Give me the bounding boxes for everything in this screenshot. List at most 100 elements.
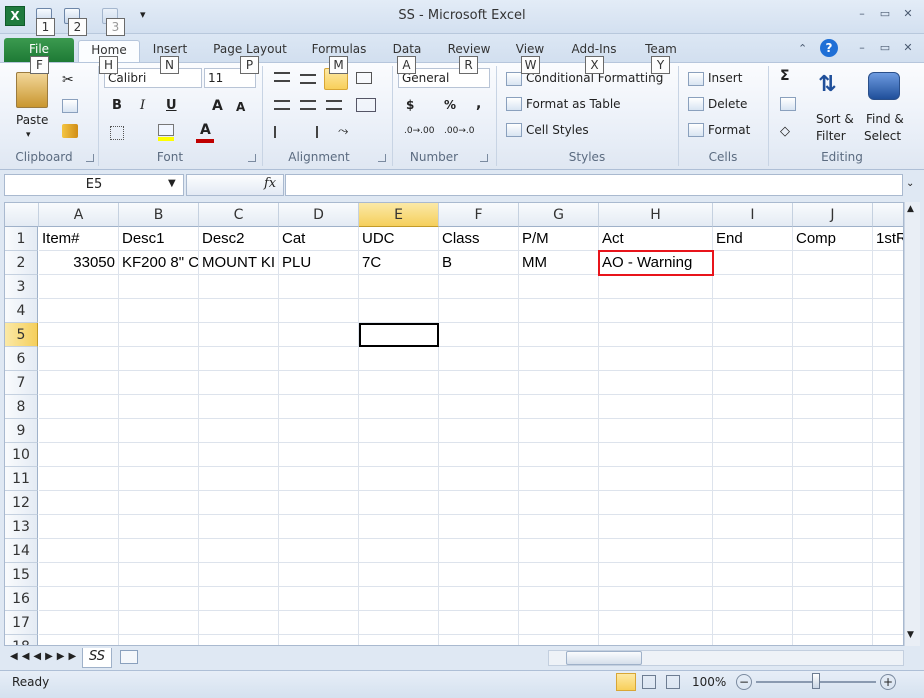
align-left-icon[interactable] (274, 100, 290, 110)
font-name-combo[interactable]: Calibri (104, 68, 202, 88)
scroll-down-icon[interactable]: ▼ (907, 630, 914, 640)
name-box[interactable]: E5 (4, 174, 184, 196)
orientation-icon[interactable] (356, 72, 372, 84)
cell-f13[interactable] (439, 515, 519, 539)
cell-j5[interactable] (793, 323, 873, 347)
cell-i4[interactable] (713, 299, 793, 323)
cell-h15[interactable] (599, 563, 713, 587)
cell-g5[interactable] (519, 323, 599, 347)
cell-b12[interactable] (119, 491, 199, 515)
cell-k17[interactable] (873, 611, 903, 635)
paste-button[interactable]: Paste (16, 113, 48, 127)
row-header-18[interactable]: 18 (5, 635, 38, 645)
cell-a7[interactable] (39, 371, 119, 395)
cell-a16[interactable] (39, 587, 119, 611)
workbook-minimize-button[interactable]: – (853, 42, 871, 56)
cell-e16[interactable] (359, 587, 439, 611)
clear-icon[interactable]: ◇ (780, 124, 790, 139)
cell-b10[interactable] (119, 443, 199, 467)
cell-a18[interactable] (39, 635, 119, 645)
cell-c17[interactable] (199, 611, 279, 635)
cell-b18[interactable] (119, 635, 199, 645)
cell-f3[interactable] (439, 275, 519, 299)
column-header-d[interactable]: D (279, 203, 359, 227)
cell-g10[interactable] (519, 443, 599, 467)
cell-f15[interactable] (439, 563, 519, 587)
cell-d5[interactable] (279, 323, 359, 347)
cell-g16[interactable] (519, 587, 599, 611)
cell-b11[interactable] (119, 467, 199, 491)
cell-k14[interactable] (873, 539, 903, 563)
cell-e7[interactable] (359, 371, 439, 395)
cell-k18[interactable] (873, 635, 903, 645)
shrink-font-button[interactable]: A (236, 100, 245, 114)
alignment-launcher-icon[interactable] (378, 154, 386, 162)
cell-b13[interactable] (119, 515, 199, 539)
active-cell-e5[interactable] (359, 323, 439, 347)
formula-input[interactable] (285, 174, 903, 196)
cell-j10[interactable] (793, 443, 873, 467)
insert-function-icon[interactable]: fx (264, 176, 276, 191)
cell-f4[interactable] (439, 299, 519, 323)
cell-h8[interactable] (599, 395, 713, 419)
row-header-9[interactable]: 9 (5, 419, 38, 443)
sheet-tab-ss[interactable]: SS (82, 648, 112, 668)
cell-g1[interactable]: P/M (519, 227, 599, 251)
cell-d14[interactable] (279, 539, 359, 563)
cell-i15[interactable] (713, 563, 793, 587)
cell-j13[interactable] (793, 515, 873, 539)
column-header-a[interactable]: A (39, 203, 119, 227)
cell-e13[interactable] (359, 515, 439, 539)
cell-k2[interactable] (873, 251, 903, 275)
row-header-16[interactable]: 16 (5, 587, 38, 611)
cell-a6[interactable] (39, 347, 119, 371)
increase-decimal-icon[interactable]: .0→.00 (404, 126, 434, 136)
page-break-view-icon[interactable] (666, 675, 680, 689)
font-color-button[interactable]: A (200, 122, 211, 138)
cell-c8[interactable] (199, 395, 279, 419)
cell-i18[interactable] (713, 635, 793, 645)
cell-e17[interactable] (359, 611, 439, 635)
cell-i16[interactable] (713, 587, 793, 611)
cell-i9[interactable] (713, 419, 793, 443)
find-select-label-2[interactable]: Select (864, 129, 901, 143)
restore-button[interactable]: ▭ (876, 8, 894, 22)
column-header-g[interactable]: G (519, 203, 599, 227)
expand-formula-bar-icon[interactable]: ⌄ (906, 178, 914, 189)
copy-icon[interactable] (62, 99, 78, 113)
format-as-table-icon[interactable] (506, 97, 522, 111)
comma-button[interactable]: , (476, 96, 481, 112)
cell-e15[interactable] (359, 563, 439, 587)
cell-f11[interactable] (439, 467, 519, 491)
cell-c16[interactable] (199, 587, 279, 611)
cell-h4[interactable] (599, 299, 713, 323)
cell-a15[interactable] (39, 563, 119, 587)
cell-b4[interactable] (119, 299, 199, 323)
cell-k9[interactable] (873, 419, 903, 443)
normal-view-icon[interactable] (616, 673, 636, 691)
cell-f5[interactable] (439, 323, 519, 347)
cell-a2[interactable]: 33050 (39, 251, 119, 275)
cell-d6[interactable] (279, 347, 359, 371)
row-header-13[interactable]: 13 (5, 515, 38, 539)
cell-g12[interactable] (519, 491, 599, 515)
cell-e10[interactable] (359, 443, 439, 467)
underline-button[interactable]: U (166, 98, 177, 113)
cell-g18[interactable] (519, 635, 599, 645)
cell-d8[interactable] (279, 395, 359, 419)
find-binoculars-icon[interactable] (868, 72, 900, 100)
cell-d15[interactable] (279, 563, 359, 587)
align-right-icon[interactable] (326, 100, 342, 110)
cell-a8[interactable] (39, 395, 119, 419)
cell-g9[interactable] (519, 419, 599, 443)
cell-i17[interactable] (713, 611, 793, 635)
paste-icon[interactable] (16, 72, 48, 108)
cell-j8[interactable] (793, 395, 873, 419)
conditional-formatting-icon[interactable] (506, 72, 522, 86)
cell-b3[interactable] (119, 275, 199, 299)
cell-g13[interactable] (519, 515, 599, 539)
help-icon[interactable]: ? (820, 39, 838, 57)
sort-filter-label-2[interactable]: Filter (816, 129, 846, 143)
column-header-next[interactable] (873, 203, 903, 227)
cell-h7[interactable] (599, 371, 713, 395)
